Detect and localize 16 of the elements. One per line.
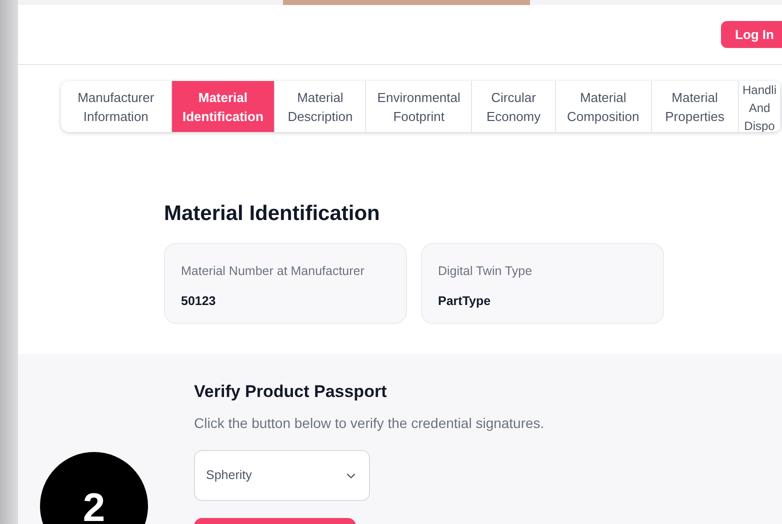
tab[interactable]: Manufacturer Information [61,81,172,132]
login-button[interactable]: Log In [721,21,782,48]
tab[interactable]: Material Properties [652,81,739,132]
verify-description: Click the button below to verify the credential signatures. [194,414,546,433]
tab[interactable]: Material Description [275,81,366,132]
tab[interactable]: Material Composition [556,81,652,132]
field-value: 50123 [181,293,217,310]
tab[interactable]: Circular Economy [472,81,556,132]
field-label: Digital Twin Type [438,262,534,280]
issuer-select[interactable]: Spherity [194,450,370,501]
section-title: Material Identification [164,201,381,227]
tab[interactable]: Material Identification [172,81,276,132]
tab[interactable]: Environmental Footprint [366,81,472,132]
field-value: PartType [438,293,492,310]
field-label: Material Number at Manufacturer [181,262,366,280]
verify-title: Verify Product Passport [194,380,388,402]
